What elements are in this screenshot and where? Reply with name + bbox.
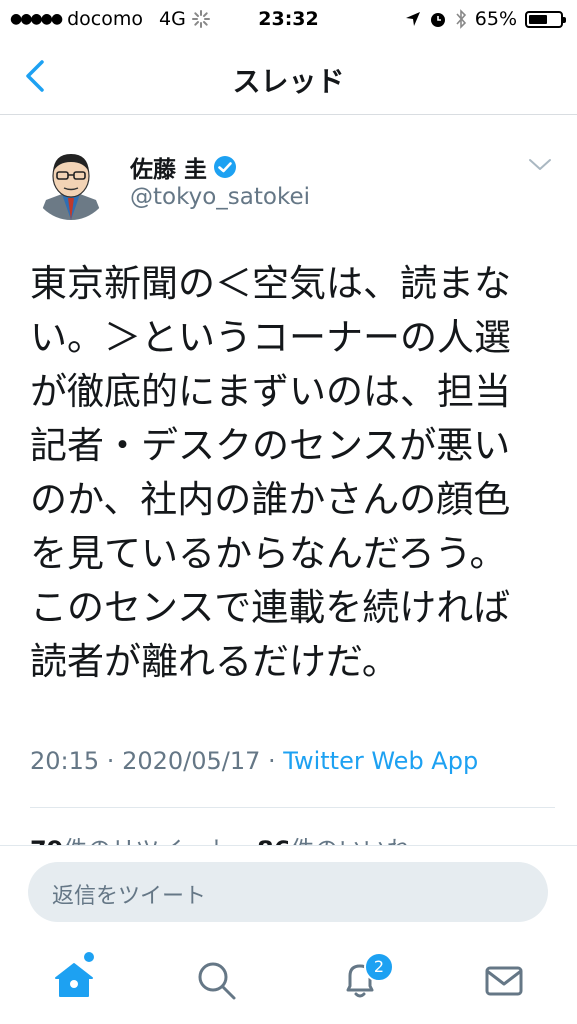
verified-badge-icon — [214, 156, 237, 178]
author-handle[interactable]: @tokyo_satokei — [130, 184, 310, 210]
tweet-header: 佐藤 圭 @tokyo_satokei — [0, 114, 577, 234]
bluetooth-icon — [456, 9, 466, 29]
avatar[interactable] — [32, 142, 110, 220]
author-name: 佐藤 圭 — [130, 157, 208, 183]
tweet-text-line: 東京新聞の＜空気は、読まな — [30, 262, 511, 305]
author-name-row[interactable]: 佐藤 圭 — [130, 150, 237, 184]
tab-search[interactable] — [192, 956, 240, 1004]
tweet-text-line: のか、社内の誰かさんの顔色 — [30, 478, 511, 521]
tweet-meta: 20:15 · 2020/05/17 · Twitter Web App — [30, 747, 478, 775]
battery-icon — [525, 10, 566, 28]
home-icon — [55, 963, 93, 997]
notification-badge: 2 — [364, 952, 394, 982]
reply-placeholder: 返信をツイート — [52, 884, 207, 909]
tweet-source-app[interactable]: Twitter Web App — [283, 747, 478, 775]
page-title: スレッド — [232, 65, 345, 98]
mail-icon — [485, 966, 523, 996]
navigation-bar: スレッド — [0, 40, 577, 115]
status-bar: ●●●●● docomo 4G 23:32 65% — [0, 0, 577, 40]
alarm-icon — [430, 13, 445, 27]
tweet-date: 2020/05/17 — [122, 747, 261, 775]
tab-home[interactable] — [50, 952, 98, 1004]
tweet-text-line: 読者が離れるだけだ。 — [30, 640, 399, 683]
reply-input[interactable]: 返信をツイート — [28, 862, 548, 922]
divider — [30, 807, 555, 808]
search-icon — [198, 962, 236, 1000]
tweet-text-line: い。＞というコーナーの人選 — [30, 316, 511, 359]
avatar-illustration — [32, 142, 110, 220]
tab-bar: 2 — [0, 940, 577, 1024]
tweet-text-line: を見ているからなんだろう。 — [30, 532, 507, 575]
tweet-time: 20:15 — [30, 747, 100, 775]
location-arrow-icon — [405, 12, 420, 26]
tweet-text: 東京新聞の＜空気は、読まな い。＞というコーナーの人選 が徹底的にまずいのは、担… — [30, 257, 555, 689]
chevron-down-icon[interactable] — [527, 154, 553, 174]
tab-messages[interactable] — [480, 956, 528, 1004]
battery-fill — [529, 14, 547, 24]
tweet-text-line: 記者・デスクのセンスが悪い — [30, 424, 511, 467]
new-content-dot — [84, 952, 94, 962]
tweet-text-line: このセンスで連載を続ければ — [30, 586, 511, 629]
reply-bar: 返信をツイート — [0, 845, 577, 941]
battery-percent: 65% — [474, 8, 517, 30]
meta-separator: · — [99, 747, 123, 775]
tab-notifications[interactable]: 2 — [336, 952, 394, 1004]
status-right: 65% — [405, 8, 566, 30]
meta-separator: · — [260, 747, 284, 775]
tweet-text-line: が徹底的にまずいのは、担当 — [30, 370, 511, 413]
